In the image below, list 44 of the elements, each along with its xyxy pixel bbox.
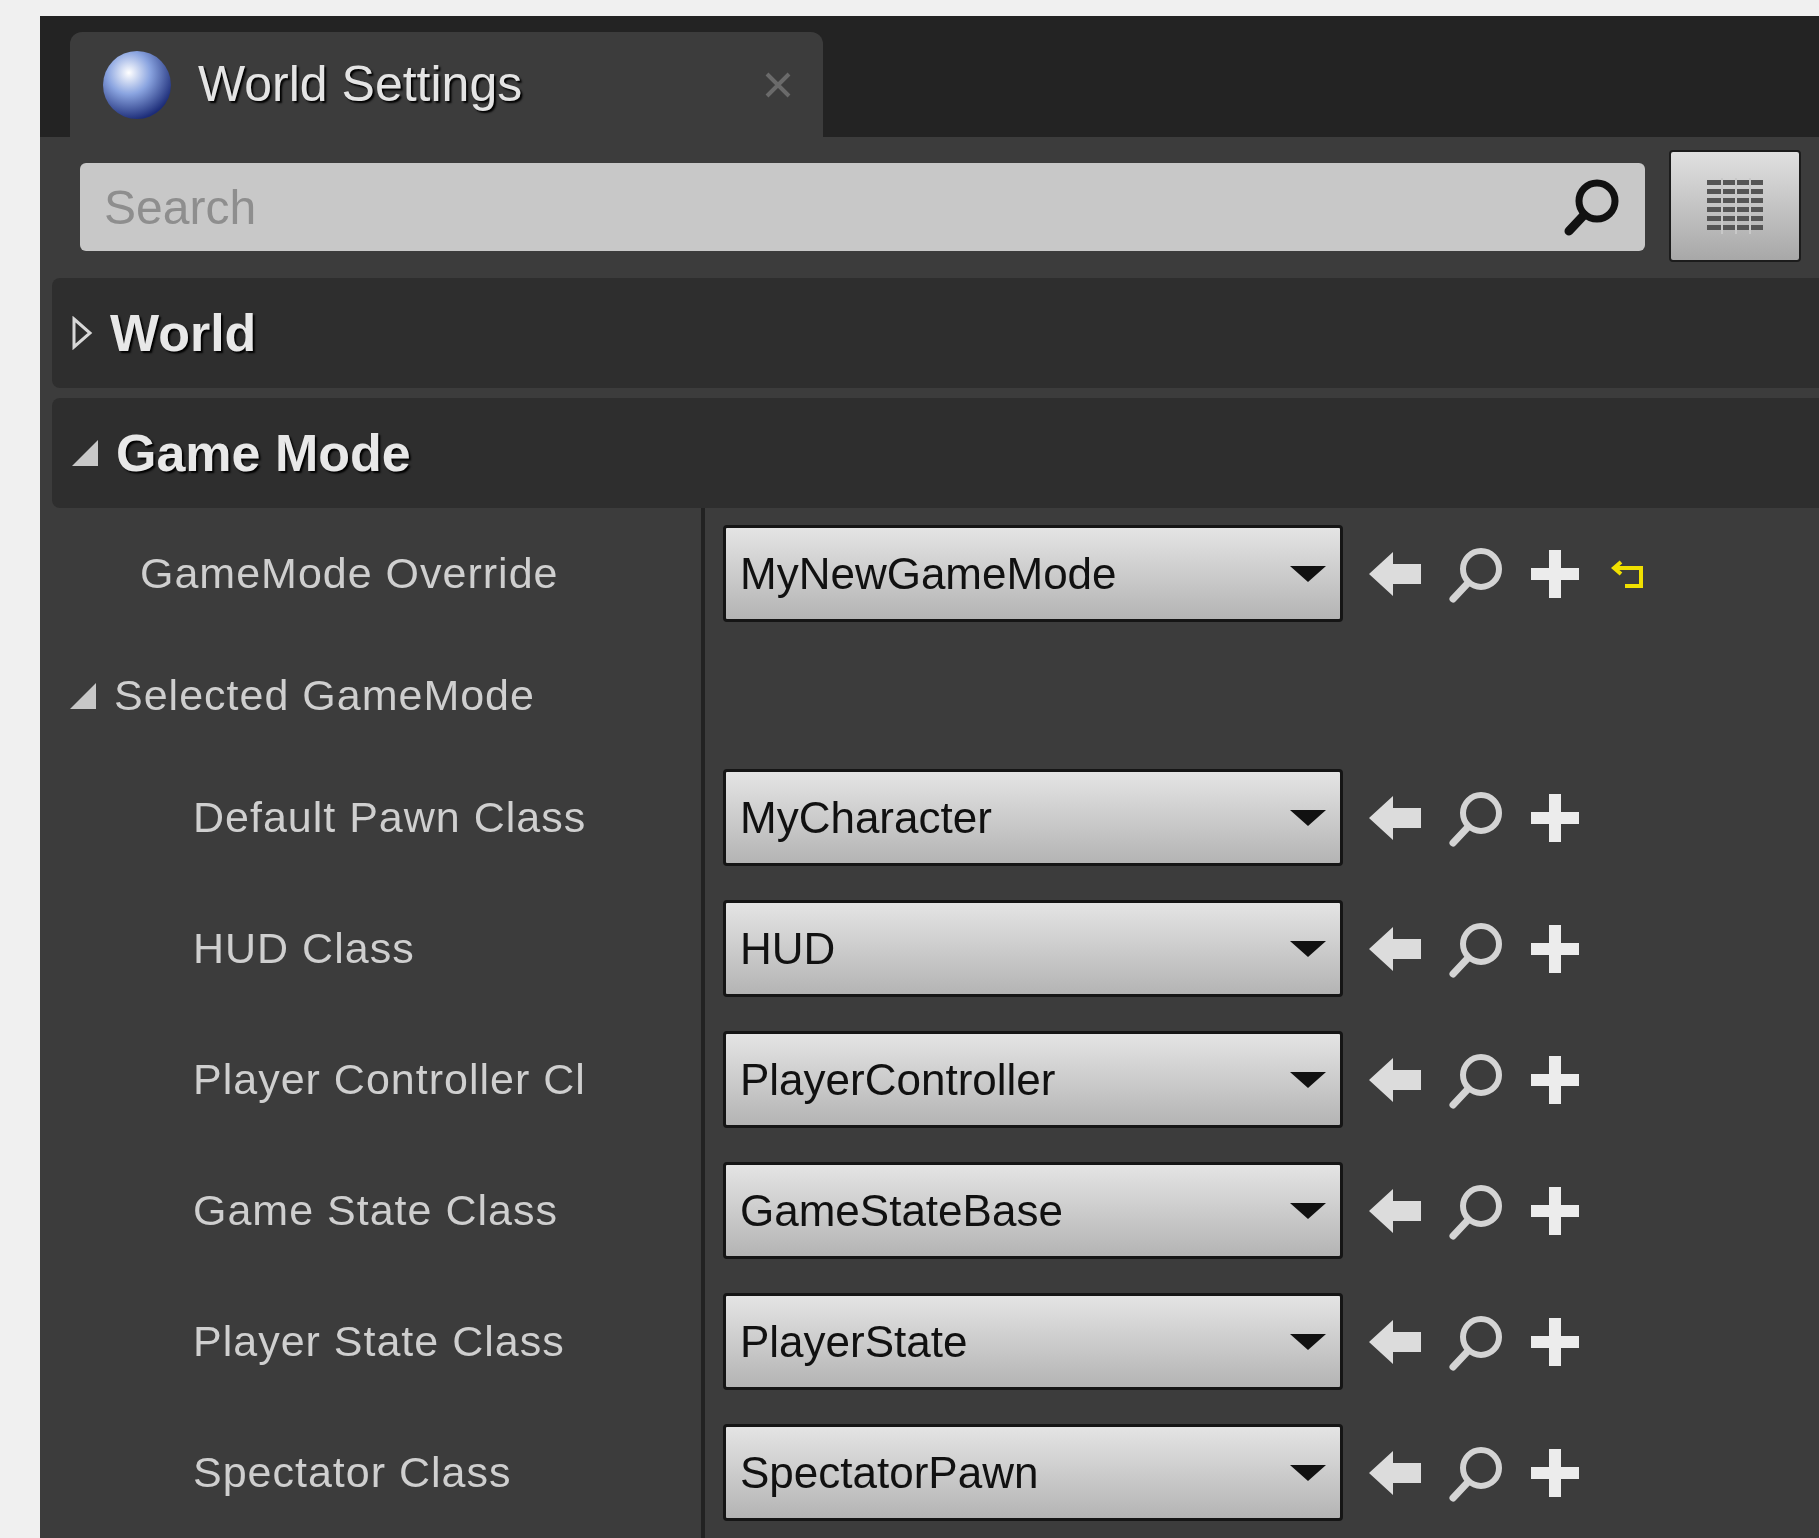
plus-icon[interactable] (1529, 1315, 1581, 1368)
category-title: Game Mode (116, 423, 411, 484)
plus-icon[interactable] (1529, 791, 1581, 844)
caret-icon (1290, 563, 1326, 584)
class-dropdown[interactable]: GameStateBase (723, 1162, 1343, 1259)
class-dropdown[interactable]: PlayerController (723, 1031, 1343, 1128)
left-arrow-icon[interactable] (1367, 549, 1423, 598)
property-label: Player Controller Cl (193, 1054, 586, 1106)
group-label: Selected GameMode (114, 670, 535, 722)
plus-icon[interactable] (1529, 922, 1581, 975)
world-settings-tab[interactable]: World Settings (70, 32, 823, 137)
class-dropdown[interactable]: SpectatorPawn (723, 1424, 1343, 1521)
left-arrow-icon[interactable] (1367, 1186, 1423, 1235)
property-label: GameMode Override (140, 548, 559, 600)
property-label: Player State Class (193, 1316, 565, 1368)
caret-icon (1290, 1331, 1326, 1352)
left-arrow-icon[interactable] (1367, 793, 1423, 842)
left-arrow-icon[interactable] (1367, 924, 1423, 973)
caret-icon (1290, 807, 1326, 828)
property-label: Game State Class (193, 1185, 558, 1237)
class-dropdown[interactable]: PlayerState (723, 1293, 1343, 1390)
plus-icon[interactable] (1529, 1053, 1581, 1106)
property-label: Spectator Class (193, 1447, 512, 1499)
plus-icon[interactable] (1529, 547, 1581, 600)
tab-title: World Settings (198, 55, 524, 114)
class-dropdown[interactable]: HUD (723, 900, 1343, 997)
caret-icon (1290, 1069, 1326, 1090)
left-arrow-icon[interactable] (1367, 1055, 1423, 1104)
property-label: HUD Class (193, 923, 415, 975)
caret-icon (1290, 1200, 1326, 1221)
category-header[interactable]: Game Mode (52, 398, 1819, 508)
plus-icon[interactable] (1529, 1184, 1581, 1237)
left-arrow-icon[interactable] (1367, 1448, 1423, 1497)
class-dropdown[interactable]: MyNewGameMode (723, 525, 1343, 622)
category-header[interactable]: World (52, 278, 1819, 388)
plus-icon[interactable] (1529, 1446, 1581, 1499)
caret-icon (1290, 1462, 1326, 1483)
search-field[interactable]: Search (80, 163, 1645, 251)
class-dropdown[interactable]: MyCharacter (723, 769, 1343, 866)
left-arrow-icon[interactable] (1367, 1317, 1423, 1366)
view-options-button[interactable] (1669, 150, 1801, 262)
category-title: World (110, 303, 257, 364)
caret-icon (1290, 938, 1326, 959)
property-label: Default Pawn Class (193, 792, 587, 844)
